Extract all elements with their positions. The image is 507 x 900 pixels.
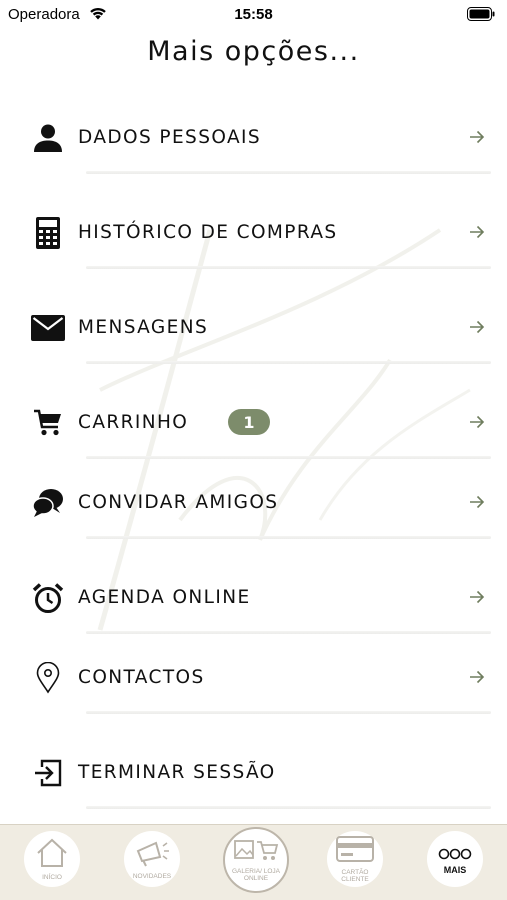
tab-galeria-loja-online[interactable]: GALERIA/ LOJA ONLINE <box>223 827 289 893</box>
tab-label: CARTÃO CLIENTE <box>341 869 369 883</box>
menu-item-label: MENSAGENS <box>78 317 209 338</box>
tab-label: INÍCIO <box>42 873 62 881</box>
divider <box>86 631 491 634</box>
location-pin-icon <box>30 660 66 696</box>
person-icon <box>30 120 66 156</box>
arrow-right-icon <box>469 319 485 335</box>
tab-cartao-cliente[interactable]: CARTÃO CLIENTE <box>327 831 383 887</box>
divider <box>86 361 491 364</box>
arrow-right-icon <box>469 669 485 685</box>
battery-icon <box>467 7 495 25</box>
cart-icon <box>30 405 66 441</box>
gallery-cart-icon <box>233 838 279 866</box>
menu-item-label: TERMINAR SESSÃO <box>78 762 276 783</box>
menu-item-label: AGENDA ONLINE <box>78 587 251 608</box>
arrow-right-icon <box>469 414 485 430</box>
menu-item-convidar-amigos[interactable]: CONVIDAR AMIGOS <box>0 473 507 539</box>
menu-item-label: CONVIDAR AMIGOS <box>78 492 279 513</box>
menu-item-label: HISTÓRICO DE COMPRAS <box>78 222 338 243</box>
menu-item-carrinho[interactable]: CARRINHO 1 <box>0 393 507 459</box>
envelope-icon <box>30 310 66 346</box>
home-icon <box>35 838 69 872</box>
arrow-right-icon <box>469 494 485 510</box>
tab-label: NOVIDADES <box>132 872 172 880</box>
cart-count-badge: 1 <box>228 409 270 435</box>
tab-mais[interactable]: MAIS <box>427 831 483 887</box>
menu-item-label: CONTACTOS <box>78 667 205 688</box>
megaphone-icon <box>134 839 170 871</box>
divider <box>86 711 491 714</box>
menu-item-label: DADOS PESSOAIS <box>78 127 262 148</box>
menu-item-dados-pessoais[interactable]: DADOS PESSOAIS <box>0 108 507 174</box>
status-bar: Operadora 15:58 <box>0 0 507 30</box>
card-icon <box>335 835 375 867</box>
chat-bubbles-icon <box>30 485 66 521</box>
arrow-right-icon <box>469 589 485 605</box>
divider <box>86 456 491 459</box>
alarm-clock-icon <box>30 580 66 616</box>
tab-bar: INÍCIO NOVIDADES GALERIA/ LOJA ONLINE CA… <box>0 824 507 900</box>
tab-inicio[interactable]: INÍCIO <box>24 831 80 887</box>
divider <box>86 536 491 539</box>
logout-icon <box>30 755 66 791</box>
divider <box>86 171 491 174</box>
menu-item-historico-de-compras[interactable]: HISTÓRICO DE COMPRAS <box>0 203 507 269</box>
menu-item-agenda-online[interactable]: AGENDA ONLINE <box>0 568 507 634</box>
tab-label: GALERIA/ LOJA ONLINE <box>231 868 281 882</box>
tab-novidades[interactable]: NOVIDADES <box>124 831 180 887</box>
tab-label: MAIS <box>443 864 467 875</box>
status-time: 15:58 <box>234 6 273 23</box>
arrow-right-icon <box>469 224 485 240</box>
menu-item-mensagens[interactable]: MENSAGENS <box>0 298 507 364</box>
more-dots-icon <box>438 845 472 864</box>
menu-item-label: CARRINHO <box>78 412 189 433</box>
divider <box>86 806 491 809</box>
calculator-icon <box>30 215 66 251</box>
divider <box>86 266 491 269</box>
menu-item-contactos[interactable]: CONTACTOS <box>0 648 507 714</box>
page-title: Mais opções... <box>147 36 360 67</box>
arrow-right-icon <box>469 129 485 145</box>
menu-item-terminar-sessao[interactable]: TERMINAR SESSÃO <box>0 743 507 809</box>
